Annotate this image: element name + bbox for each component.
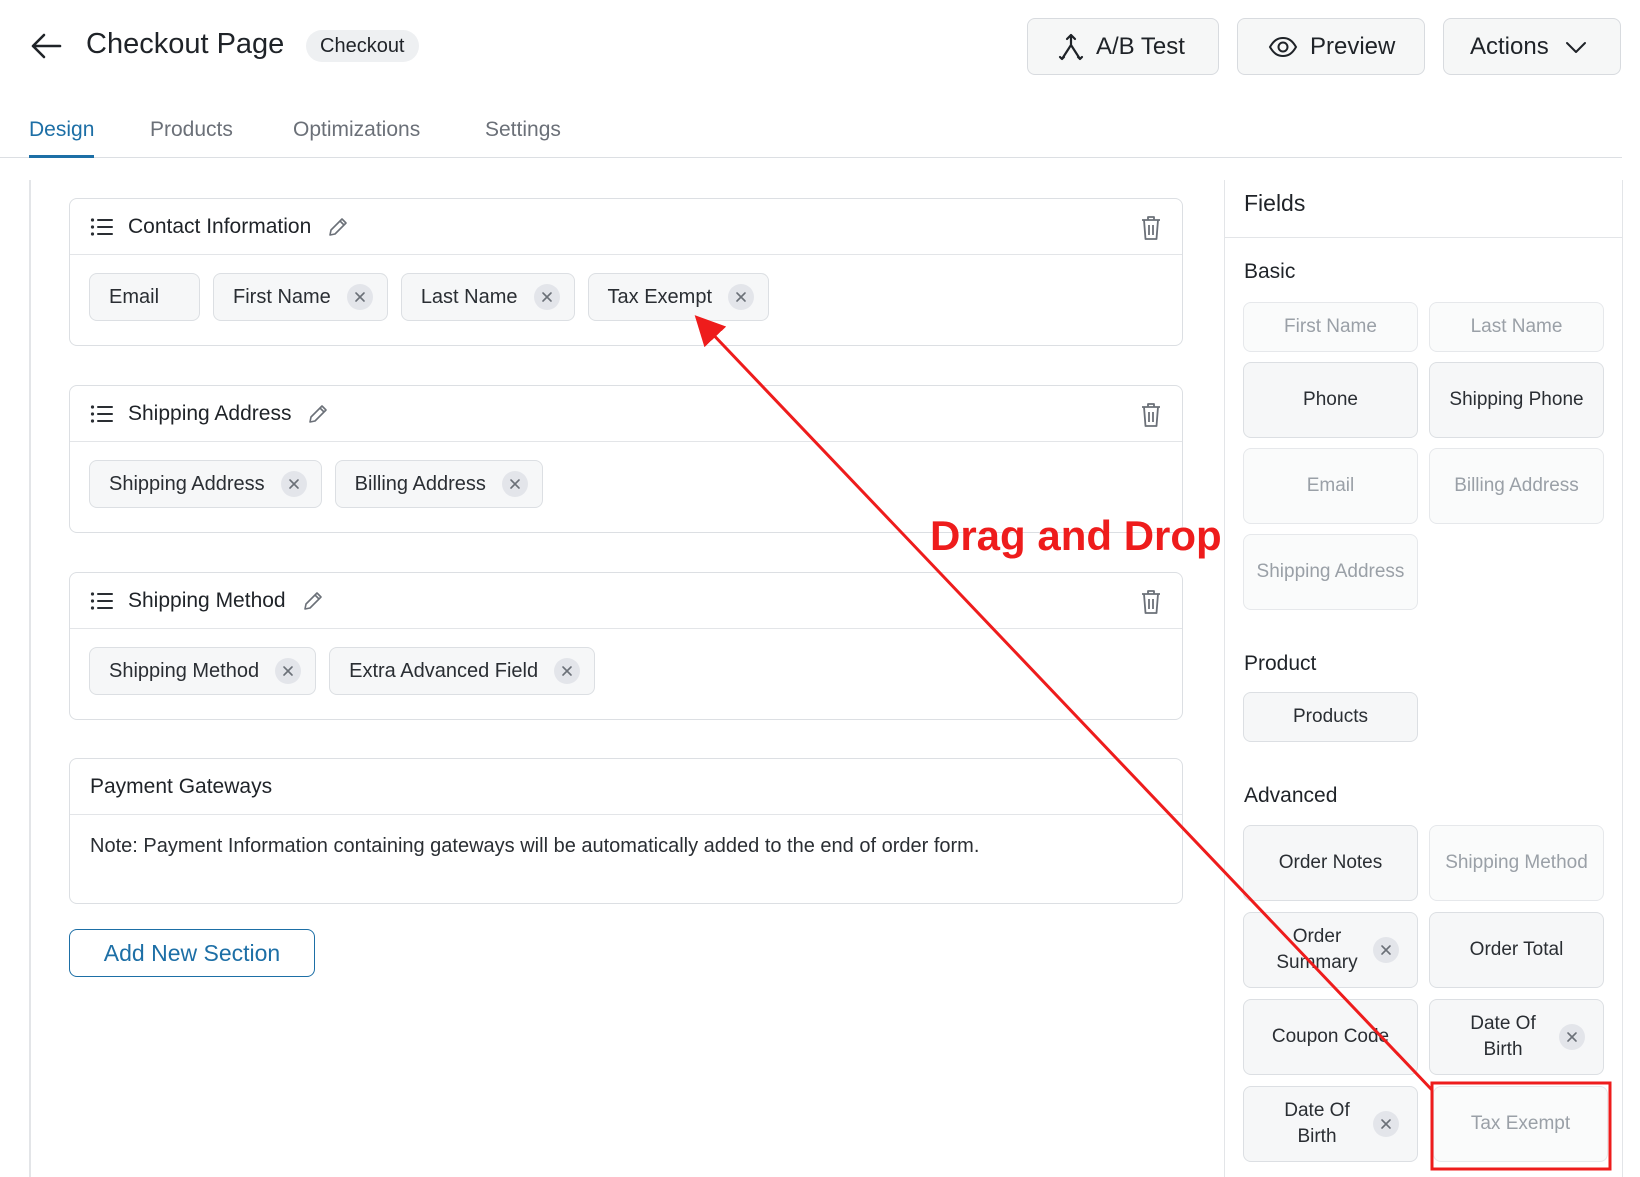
section-title: Contact Information <box>128 214 312 238</box>
drag-handle-icon[interactable] <box>90 404 114 424</box>
tab-products[interactable]: Products <box>150 118 233 158</box>
annotation-label: Drag and Drop <box>930 512 1222 559</box>
field-chip-label: First Name <box>233 285 331 308</box>
field-date-of-birth[interactable]: Date Of Birth <box>1243 1086 1418 1162</box>
remove-icon[interactable] <box>728 284 755 310</box>
add-new-section-button[interactable]: Add New Section <box>69 929 315 977</box>
field-chip-label: Tax Exempt <box>607 285 713 308</box>
field-coupon-code[interactable]: Coupon Code <box>1243 999 1418 1075</box>
section-contact-information: Contact Information Email First Name Las… <box>69 198 1183 346</box>
field-label: Date Of Birth <box>1470 1013 1536 1060</box>
field-billing-address[interactable]: Billing Address <box>1429 448 1604 524</box>
actions-dropdown[interactable]: Actions <box>1443 18 1621 75</box>
field-email[interactable]: Email <box>1243 448 1418 524</box>
ab-test-label: A/B Test <box>1096 32 1185 60</box>
field-chip-label: Last Name <box>420 285 518 308</box>
drag-handle-icon[interactable] <box>90 217 114 237</box>
eye-icon <box>1268 36 1298 58</box>
fields-panel: Fields Basic First Name Last Name Phone … <box>1224 180 1623 1177</box>
page-type-badge: Checkout <box>306 30 419 62</box>
tab-design[interactable]: Design <box>29 118 95 158</box>
remove-icon[interactable] <box>554 658 581 684</box>
page-header: Checkout Page Checkout A/B Test Preview … <box>0 0 1640 95</box>
tab-optimizations[interactable]: Optimizations <box>293 118 420 158</box>
section-title: Shipping Method <box>128 588 286 612</box>
field-first-name[interactable]: First Name <box>1243 302 1418 352</box>
field-chip[interactable]: Tax Exempt <box>587 273 770 321</box>
field-shipping-address[interactable]: Shipping Address <box>1243 534 1418 610</box>
field-order-notes[interactable]: Order Notes <box>1243 825 1418 901</box>
section-header: Contact Information <box>70 199 1182 255</box>
trash-icon[interactable] <box>1140 215 1162 241</box>
preview-button[interactable]: Preview <box>1237 18 1425 75</box>
remove-icon[interactable] <box>501 471 528 497</box>
back-arrow-icon[interactable] <box>26 26 66 66</box>
fields-panel-title: Fields <box>1225 180 1622 238</box>
section-fields: Email First Name Last Name Tax Exempt <box>70 255 1182 339</box>
drag-handle-icon[interactable] <box>90 591 114 611</box>
field-phone[interactable]: Phone <box>1243 362 1418 438</box>
field-chip[interactable]: Shipping Address <box>89 460 322 508</box>
section-fields: Shipping Method Extra Advanced Field <box>70 629 1182 713</box>
field-chip-label: Extra Advanced Field <box>349 659 539 682</box>
chevron-down-icon <box>1565 40 1587 54</box>
remove-icon[interactable] <box>1373 1111 1399 1137</box>
pencil-icon[interactable] <box>302 590 324 612</box>
payment-note: Note: Payment Information containing gat… <box>90 835 980 857</box>
field-order-summary[interactable]: Order Summary <box>1243 912 1418 988</box>
actions-label: Actions <box>1470 32 1549 60</box>
remove-icon[interactable] <box>1373 937 1399 963</box>
field-chip[interactable]: Last Name <box>400 273 575 321</box>
group-label-product: Product <box>1244 652 1317 675</box>
pencil-icon[interactable] <box>327 216 349 238</box>
section-title: Shipping Address <box>128 401 292 425</box>
field-chip[interactable]: Email <box>89 273 201 321</box>
ab-test-button[interactable]: A/B Test <box>1027 18 1219 75</box>
field-label: Date Of Birth <box>1284 1100 1350 1147</box>
section-header: Shipping Address <box>70 386 1182 442</box>
tab-settings[interactable]: Settings <box>485 118 561 158</box>
trash-icon[interactable] <box>1140 402 1162 428</box>
page-title: Checkout Page <box>86 28 285 60</box>
pencil-icon[interactable] <box>307 403 329 425</box>
field-chip-label: Billing Address <box>354 472 486 495</box>
field-label: Order Summary <box>1276 926 1358 973</box>
remove-icon[interactable] <box>280 471 307 497</box>
field-shipping-phone[interactable]: Shipping Phone <box>1429 362 1604 438</box>
field-order-total[interactable]: Order Total <box>1429 912 1604 988</box>
field-tax-exempt[interactable]: Tax Exempt <box>1433 1086 1608 1162</box>
field-chip[interactable]: First Name <box>213 273 388 321</box>
section-header: Payment Gateways <box>70 759 1182 815</box>
field-chip[interactable]: Shipping Method <box>89 647 317 695</box>
section-header: Shipping Method <box>70 573 1182 629</box>
remove-icon[interactable] <box>533 284 560 310</box>
group-label-basic: Basic <box>1244 260 1296 283</box>
section-payment-gateways: Payment Gateways Note: Payment Informati… <box>69 758 1183 904</box>
tab-bar: Design Products Optimizations Settings <box>0 110 1622 158</box>
remove-icon[interactable] <box>1559 1024 1585 1050</box>
field-products[interactable]: Products <box>1243 692 1418 742</box>
remove-icon[interactable] <box>275 658 302 684</box>
field-chip-label: Shipping Method <box>109 659 260 682</box>
field-shipping-method[interactable]: Shipping Method <box>1429 825 1604 901</box>
split-icon <box>1058 33 1084 61</box>
content-divider <box>29 180 31 1177</box>
preview-label: Preview <box>1310 32 1396 60</box>
field-date-of-birth[interactable]: Date Of Birth <box>1429 999 1604 1075</box>
trash-icon[interactable] <box>1140 589 1162 615</box>
field-chip-label: Email <box>109 285 160 308</box>
field-chip[interactable]: Billing Address <box>334 460 543 508</box>
section-shipping-method: Shipping Method Shipping Method Extra Ad… <box>69 572 1183 720</box>
field-chip-label: Shipping Address <box>109 472 265 495</box>
field-last-name[interactable]: Last Name <box>1429 302 1604 352</box>
section-shipping-address: Shipping Address Shipping Address Billin… <box>69 385 1183 533</box>
remove-icon[interactable] <box>346 284 373 310</box>
section-title: Payment Gateways <box>90 774 273 798</box>
field-chip[interactable]: Extra Advanced Field <box>329 647 596 695</box>
group-label-advanced: Advanced <box>1244 784 1338 807</box>
